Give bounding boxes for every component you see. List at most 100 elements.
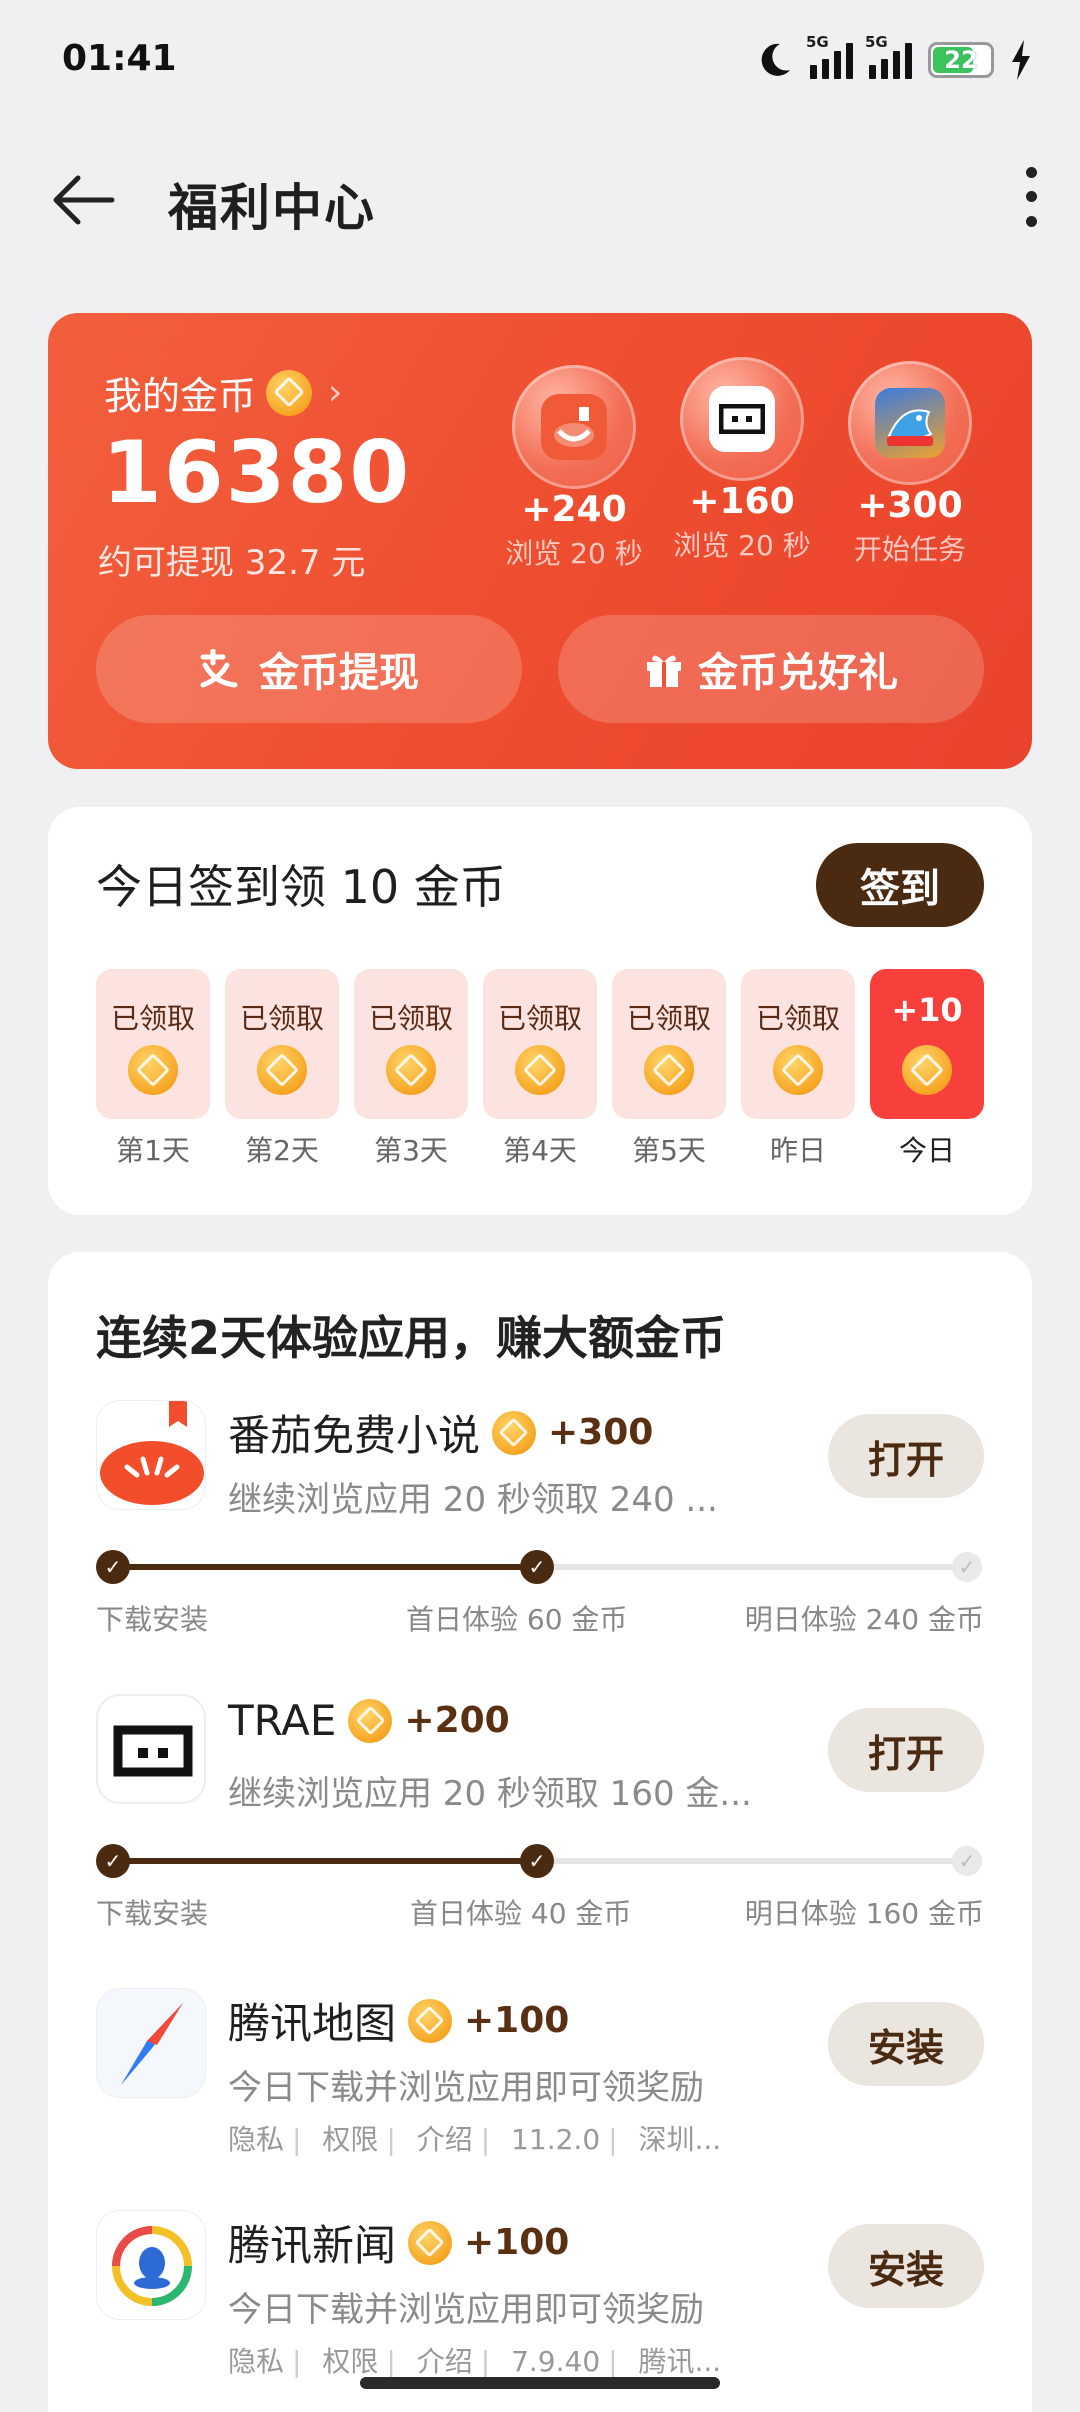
chevron-right-icon: › (328, 372, 343, 413)
signin-day: 已领取 昨日 (741, 969, 855, 1169)
intro-link[interactable]: 介绍 (417, 2345, 473, 2378)
install-app-button[interactable]: 安装 (828, 2002, 984, 2086)
permissions-link[interactable]: 权限 (322, 2345, 378, 2378)
trae-app-icon (96, 1694, 206, 1804)
task-desc: 继续浏览应用 20 秒领取 240 ... (228, 1480, 718, 1520)
signal-icon-sim2: 5G (865, 33, 912, 79)
exchange-gifts-button[interactable]: 金币兑好礼 (558, 615, 984, 723)
tasks-title: 连续2天体验应用，赚大额金币 (96, 1311, 727, 1365)
task-reward: +300 (548, 1412, 654, 1453)
more-options-icon[interactable] (1022, 160, 1040, 234)
signin-day: 已领取 第2天 (225, 969, 339, 1169)
open-app-button[interactable]: 打开 (828, 1414, 984, 1498)
progress-step-label: 首日体验 40 金币 (410, 1897, 632, 1930)
task-desc: 今日下载并浏览应用即可领奖励 (228, 2068, 704, 2108)
permissions-link[interactable]: 权限 (322, 2123, 378, 2156)
task-desc: 继续浏览应用 20 秒领取 160 金... (228, 1774, 752, 1814)
top-app-bar: 福利中心 (0, 150, 1080, 250)
privacy-link[interactable]: 隐私 (228, 2123, 284, 2156)
check-icon: ✓ (952, 1552, 982, 1582)
coin-icon (348, 1698, 393, 1743)
task-desc: 今日下载并浏览应用即可领奖励 (228, 2290, 704, 2330)
bonus-amount: +240 (521, 489, 627, 530)
withdraw-coins-button[interactable]: 金币提现 (96, 615, 522, 723)
status-time: 01:41 (62, 38, 177, 79)
open-app-button[interactable]: 打开 (828, 1708, 984, 1792)
battery-icon: 22 (928, 42, 994, 78)
app-developer: 深圳... (638, 2123, 722, 2156)
progress-step-label: 下载安装 (96, 1603, 209, 1636)
signin-title: 今日签到领 10 金币 (96, 860, 506, 914)
coin-icon (492, 1410, 537, 1455)
bonus-bubble-game[interactable]: +300 开始任务 (840, 361, 980, 568)
coin-balance-card: 我的金币 › 16380 约可提现 32.7 元 +240 浏览 20 秒 +1… (48, 313, 1032, 769)
app-version: 7.9.40 (511, 2345, 601, 2378)
signin-day-today[interactable]: +10 今日 (870, 969, 984, 1169)
bonus-bubble-trae[interactable]: +160 浏览 20 秒 (672, 357, 812, 564)
install-app-button[interactable]: 安装 (828, 2224, 984, 2308)
app-trial-tasks-card: 连续2天体验应用，赚大额金币 番茄免费小说 +300 继续浏览应用 20 秒领取… (48, 1252, 1032, 2412)
bonus-desc: 开始任务 (853, 533, 966, 566)
signin-days: 已领取 第1天 已领取 第2天 已领取 第3天 已领取 第4天 已领取 第5天 已领取 昨日… (96, 969, 984, 1169)
coin-icon (902, 1045, 952, 1095)
coin-icon (408, 2220, 453, 2265)
tencent-map-app-icon (96, 1988, 206, 2098)
coin-icon (773, 1045, 823, 1095)
signin-day: 已领取 第5天 (612, 969, 726, 1169)
intro-link[interactable]: 介绍 (417, 2123, 473, 2156)
task-app-name: 番茄免费小说 (228, 1411, 481, 1460)
tencent-news-app-icon (96, 2210, 206, 2320)
task-app-name: TRAE (228, 1696, 337, 1745)
task-app-name: 腾讯地图 (228, 1999, 397, 2048)
fanqie-app-icon (541, 394, 607, 460)
progress-step-label: 明日体验 160 金币 (744, 1897, 984, 1930)
page-title: 福利中心 (168, 179, 376, 237)
bonus-bubble-fanqie[interactable]: +240 浏览 20 秒 (504, 365, 644, 572)
fanqie-novel-app-icon (96, 1400, 206, 1510)
cash-estimate: 约可提现 32.7 元 (98, 543, 366, 583)
bonus-desc: 浏览 20 秒 (505, 537, 643, 570)
privacy-link[interactable]: 隐私 (228, 2345, 284, 2378)
bonus-amount: +160 (689, 481, 795, 522)
charging-bolt-icon (1012, 40, 1030, 80)
task-reward: +200 (404, 1700, 510, 1741)
task-progress: ✓ ✓ ✓ 下载安装 首日体验 40 金币 明日体验 160 金币 (96, 1844, 984, 1930)
progress-step-label: 首日体验 60 金币 (406, 1603, 628, 1636)
task-reward: +100 (464, 2222, 570, 2263)
app-developer: 腾讯... (638, 2345, 722, 2378)
signin-day: 已领取 第4天 (483, 969, 597, 1169)
task-progress: ✓ ✓ ✓ 下载安装 首日体验 60 金币 明日体验 240 金币 (96, 1550, 984, 1636)
coin-icon (128, 1045, 178, 1095)
home-indicator[interactable] (360, 2377, 720, 2389)
check-icon: ✓ (96, 1550, 130, 1584)
progress-step-label: 明日体验 240 金币 (744, 1603, 984, 1636)
app-meta: 隐私 | 权限 | 介绍 | 11.2.0 | 深圳... (228, 2123, 722, 2156)
daily-signin-card: 今日签到领 10 金币 签到 已领取 第1天 已领取 第2天 已领取 第3天 已领取第… (48, 807, 1032, 1215)
signin-day: 已领取 第1天 (96, 969, 210, 1169)
trae-app-icon (709, 386, 775, 452)
back-arrow-icon[interactable] (50, 172, 116, 228)
signin-button[interactable]: 签到 (816, 843, 984, 927)
check-icon: ✓ (96, 1844, 130, 1878)
coin-balance: 16380 (102, 423, 412, 523)
status-bar: 01:41 5G 5G 22 (0, 0, 1080, 120)
my-coins-link[interactable]: 我的金币 › (104, 365, 342, 420)
bonus-amount: +300 (857, 485, 963, 526)
coin-icon (408, 1998, 453, 2043)
signal-icon-sim1: 5G (806, 33, 853, 79)
task-reward: +100 (464, 2000, 570, 2041)
coin-icon (266, 369, 313, 416)
check-icon: ✓ (520, 1844, 554, 1878)
progress-step-label: 下载安装 (96, 1897, 209, 1930)
status-icons: 5G 5G 22 (754, 33, 1032, 82)
moon-icon (761, 43, 790, 76)
task-app-name: 腾讯新闻 (228, 2221, 397, 2270)
check-icon: ✓ (952, 1846, 982, 1876)
app-meta: 隐私 | 权限 | 介绍 | 7.9.40 | 腾讯... (228, 2345, 722, 2378)
game-app-icon (875, 388, 945, 458)
signin-day: 已领取 第3天 (354, 969, 468, 1169)
gift-icon (647, 655, 681, 687)
coin-icon (257, 1045, 307, 1095)
coin-icon (644, 1045, 694, 1095)
bonus-desc: 浏览 20 秒 (673, 529, 811, 562)
